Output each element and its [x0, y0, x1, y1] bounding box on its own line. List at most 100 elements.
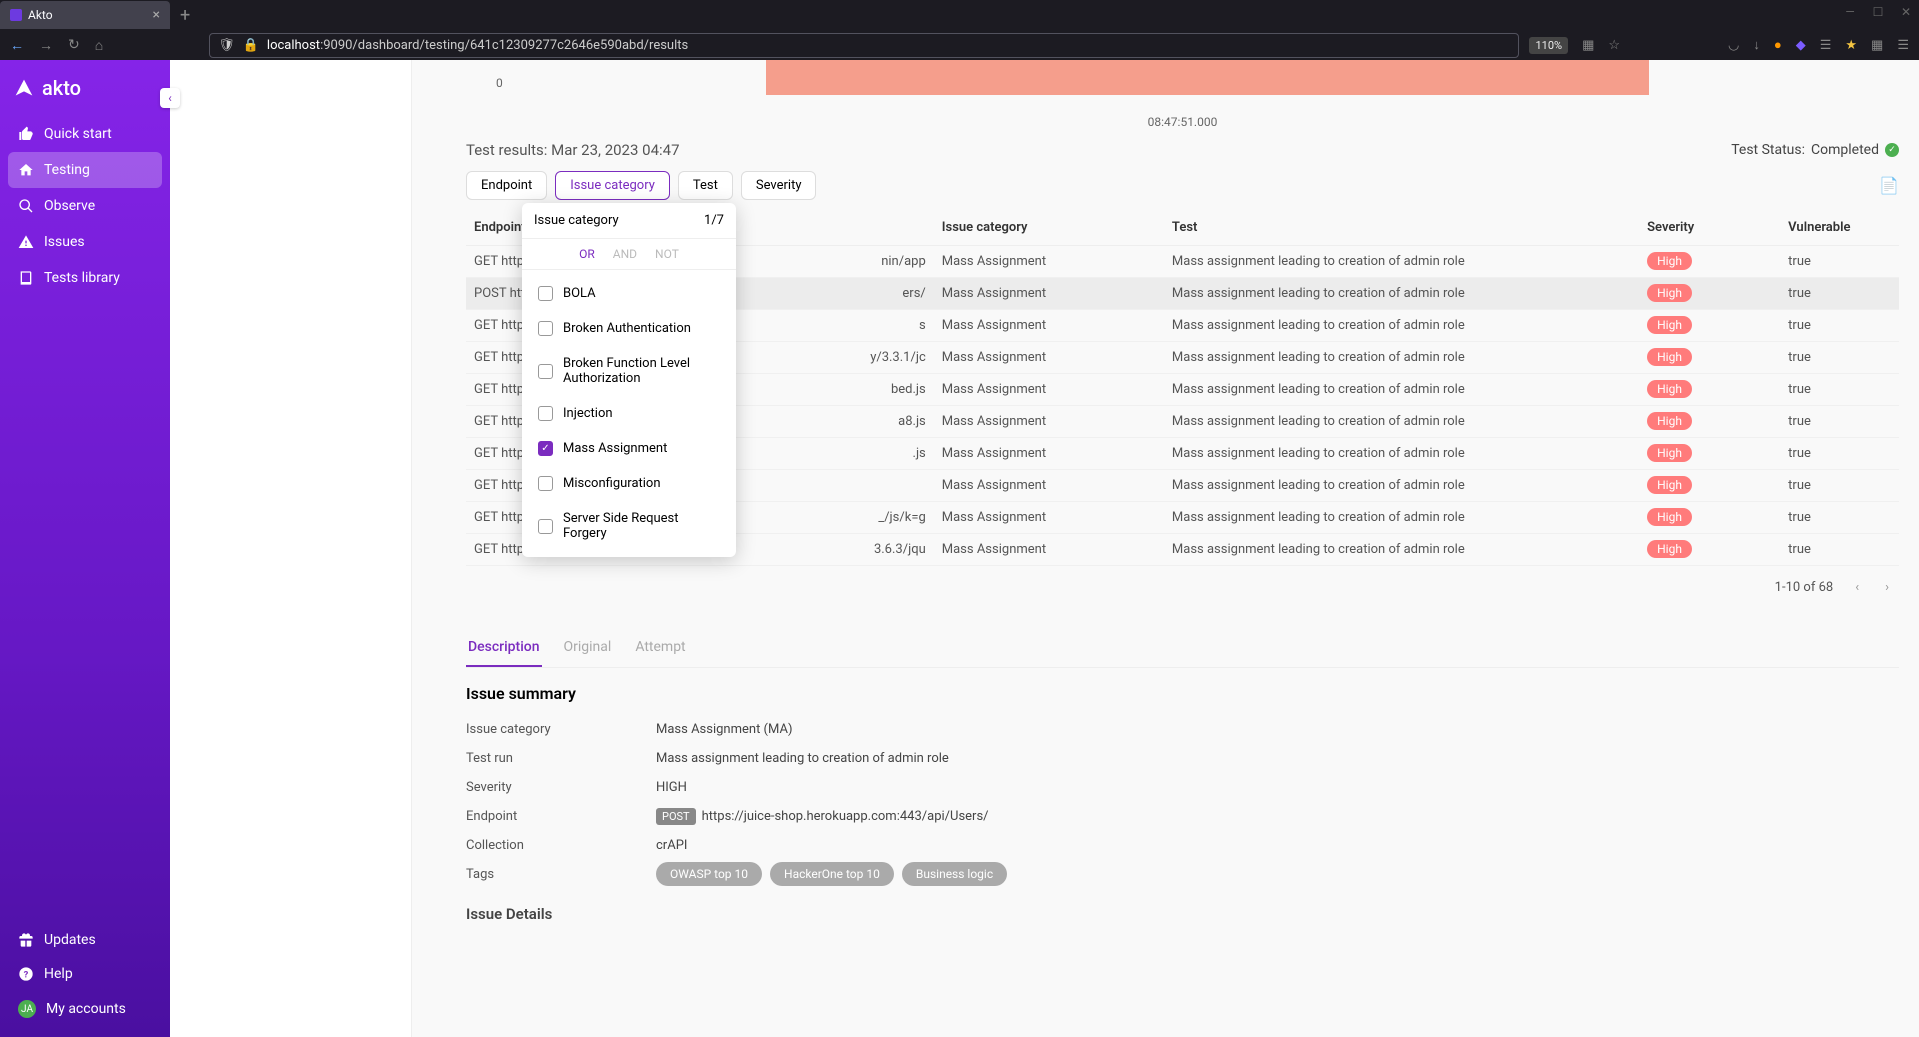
pagination-next-icon[interactable]: › [1881, 576, 1893, 599]
pagination-prev-icon[interactable]: ‹ [1851, 576, 1863, 599]
filter-chip-endpoint[interactable]: Endpoint [466, 171, 547, 200]
summary-label: Issue category [466, 722, 656, 737]
tag-chip[interactable]: Business logic [902, 862, 1007, 886]
url-path: :9090/dashboard/testing/641c12309277c264… [320, 38, 688, 53]
window-minimize-icon[interactable]: — [1842, 5, 1858, 19]
dropdown-option[interactable]: ✓Mass Assignment [522, 431, 736, 466]
summary-label: Severity [466, 780, 656, 795]
cell-test: Mass assignment leading to creation of a… [1164, 310, 1639, 342]
app-logo: akto [0, 60, 170, 116]
shield-icon: 🛡 [218, 38, 235, 53]
cell-vulnerable: true [1780, 502, 1899, 534]
nav-home-icon[interactable]: ⌂ [95, 37, 103, 54]
op-or[interactable]: OR [579, 247, 595, 261]
checkbox-icon[interactable] [538, 519, 553, 534]
lock-icon: 🔒 [243, 38, 259, 53]
pocket-icon[interactable]: ◡ [1728, 38, 1739, 53]
op-not[interactable]: NOT [655, 247, 679, 261]
filter-chip-issue-category[interactable]: Issue category [555, 171, 670, 200]
sidebar-item-testing[interactable]: Testing [8, 152, 162, 188]
dropdown-option[interactable]: Broken Function Level Authorization [522, 346, 736, 396]
download-icon[interactable]: ↓ [1753, 37, 1760, 53]
sidebar-collapse-button[interactable]: ‹ [160, 88, 180, 108]
summary-label: Tags [466, 867, 656, 882]
sidebar-item-tests-library[interactable]: Tests library [8, 260, 162, 296]
url-input[interactable]: 🛡 🔒 localhost:9090/dashboard/testing/641… [209, 33, 1519, 58]
cell-test: Mass assignment leading to creation of a… [1164, 470, 1639, 502]
dropdown-option-label: Server Side Request Forgery [563, 511, 720, 541]
cell-vulnerable: true [1780, 278, 1899, 310]
th-test[interactable]: Test [1164, 210, 1639, 246]
dropdown-option[interactable]: Broken Authentication [522, 311, 736, 346]
pagination-text: 1-10 of 68 [1775, 580, 1834, 595]
summary-value: HIGH [656, 780, 687, 795]
cell-severity: High [1639, 310, 1780, 342]
new-tab-button[interactable]: + [180, 5, 190, 26]
sidebar-item-label: Observe [44, 198, 95, 214]
sidebar-item-updates[interactable]: Updates [8, 923, 162, 957]
cell-test: Mass assignment leading to creation of a… [1164, 342, 1639, 374]
summary-label: Endpoint [466, 809, 656, 824]
tab-original[interactable]: Original [562, 629, 614, 667]
cell-test: Mass assignment leading to creation of a… [1164, 374, 1639, 406]
tag-chip[interactable]: OWASP top 10 [656, 862, 762, 886]
sidebar-item-observe[interactable]: Observe [8, 188, 162, 224]
hamburger-menu-icon[interactable]: ☰ [1897, 38, 1909, 53]
dropdown-option[interactable]: BOLA [522, 276, 736, 311]
tab-description[interactable]: Description [466, 629, 542, 667]
help-icon: ? [18, 966, 34, 982]
dropdown-option[interactable]: Injection [522, 396, 736, 431]
bookmark-star-icon[interactable]: ☆ [1608, 38, 1620, 53]
cell-vulnerable: true [1780, 438, 1899, 470]
checkbox-icon[interactable] [538, 476, 553, 491]
dropdown-option[interactable]: Server Side Request Forgery [522, 501, 736, 551]
dropdown-option-label: Misconfiguration [563, 476, 661, 491]
checkbox-icon[interactable] [538, 406, 553, 421]
sidebar-item-quick-start[interactable]: Quick start [8, 116, 162, 152]
checkbox-icon[interactable]: ✓ [538, 441, 553, 456]
nav-forward-icon[interactable]: → [39, 37, 53, 54]
browser-chrome: Akto × + — ☐ ✕ ← → ↻ ⌂ 🛡 🔒 localhost:909… [0, 0, 1919, 60]
nav-reload-icon[interactable]: ↻ [68, 37, 80, 53]
thumbs-up-icon [18, 126, 34, 142]
dropdown-option[interactable]: Misconfiguration [522, 466, 736, 501]
checkbox-icon[interactable] [538, 321, 553, 336]
tab-attempt[interactable]: Attempt [633, 629, 687, 667]
browser-tab[interactable]: Akto × [0, 1, 170, 29]
nav-back-icon[interactable]: ← [10, 37, 24, 54]
th-vulnerable[interactable]: Vulnerable [1780, 210, 1899, 246]
checkbox-icon[interactable] [538, 286, 553, 301]
th-severity[interactable]: Severity [1639, 210, 1780, 246]
summary-row: CollectioncrAPI [466, 831, 1899, 860]
grid-icon[interactable]: ▦ [1582, 38, 1594, 53]
th-issue-category[interactable]: Issue category [934, 210, 1164, 246]
tab-close-icon[interactable]: × [153, 7, 160, 23]
sidebar-item-issues[interactable]: Issues [8, 224, 162, 260]
extension-icon-1[interactable]: ● [1774, 37, 1782, 53]
extension-icon-2[interactable]: ◆ [1796, 38, 1806, 53]
extension-icon-3[interactable]: ☰ [1820, 38, 1832, 53]
sidebar-item-my-accounts[interactable]: JA My accounts [8, 991, 162, 1027]
cell-vulnerable: true [1780, 374, 1899, 406]
cell-severity: High [1639, 406, 1780, 438]
tag-chip[interactable]: HackerOne top 10 [770, 862, 894, 886]
filter-chip-test[interactable]: Test [678, 171, 733, 200]
test-status: Test Status: Completed ✓ [1731, 142, 1899, 158]
summary-value: OWASP top 10HackerOne top 10Business log… [656, 867, 1015, 882]
extension-icon-5[interactable]: ▦ [1871, 38, 1883, 53]
filter-row: Endpoint Issue category Test Severity 📄 [466, 171, 1899, 200]
filter-chip-severity[interactable]: Severity [741, 171, 817, 200]
sidebar-item-help[interactable]: ? Help [8, 957, 162, 991]
window-close-icon[interactable]: ✕ [1898, 5, 1914, 19]
extension-icon-4[interactable]: ★ [1845, 38, 1857, 53]
cell-issue-category: Mass Assignment [934, 534, 1164, 566]
window-maximize-icon[interactable]: ☐ [1870, 5, 1886, 19]
op-and[interactable]: AND [613, 247, 637, 261]
cell-vulnerable: true [1780, 342, 1899, 374]
chart-bar [766, 60, 1649, 95]
issue-category-dropdown[interactable]: Issue category 1/7 OR AND NOT BOLABroken… [522, 203, 736, 557]
pagination: 1-10 of 68 ‹ › [466, 566, 1899, 609]
checkbox-icon[interactable] [538, 364, 553, 379]
zoom-badge[interactable]: 110% [1529, 37, 1568, 54]
export-csv-icon[interactable]: 📄 [1879, 176, 1899, 195]
